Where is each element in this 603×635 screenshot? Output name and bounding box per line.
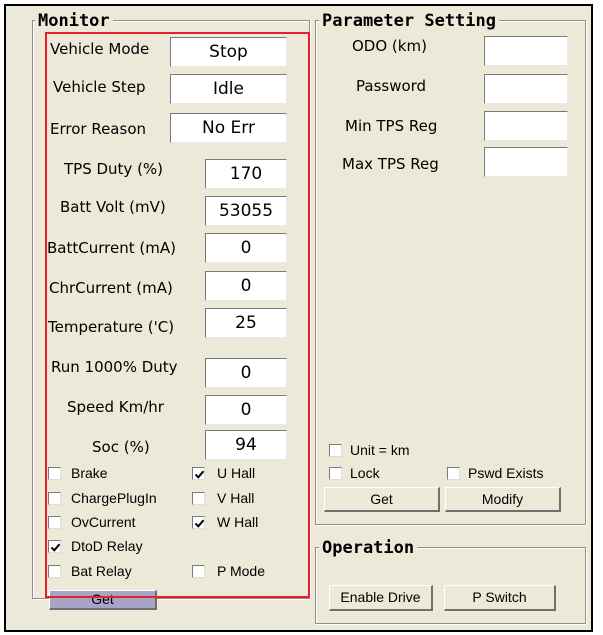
dtod-relay-checkbox (48, 540, 61, 553)
tps-duty-field: 170 (205, 159, 287, 189)
odo-label: ODO (km) (352, 37, 427, 55)
parameter-get-button[interactable]: Get (324, 487, 440, 512)
vehicle-mode-label: Vehicle Mode (50, 40, 150, 58)
app-window: Monitor Vehicle Mode Stop Vehicle Step I… (4, 4, 593, 632)
v-hall-label: V Hall (217, 490, 255, 506)
chr-current-field: 0 (205, 271, 287, 301)
speed-label: Speed Km/hr (67, 398, 164, 416)
chr-current-label: ChrCurrent (mA) (49, 279, 173, 297)
lock-checkbox[interactable] (329, 467, 342, 480)
error-reason-field: No Err (170, 113, 287, 143)
temperature-label: Temperature ('C) (48, 318, 175, 336)
odo-input[interactable] (484, 36, 568, 66)
charge-plug-in-checkbox (48, 492, 61, 505)
p-mode-checkbox (192, 565, 205, 578)
monitor-get-button[interactable]: Get (49, 590, 157, 610)
batt-current-field: 0 (205, 233, 287, 263)
tps-duty-label: TPS Duty (%) (64, 160, 164, 178)
dtod-relay-label: DtoD Relay (71, 538, 143, 554)
lock-label: Lock (350, 465, 380, 481)
batt-volt-field: 53055 (205, 196, 287, 226)
check-mark-icon (50, 543, 61, 552)
vehicle-step-label: Vehicle Step (53, 78, 146, 96)
password-label: Password (356, 77, 427, 95)
enable-drive-button[interactable]: Enable Drive (329, 585, 433, 611)
max-tps-reg-label: Max TPS Reg (342, 155, 439, 173)
operation-title: Operation (319, 539, 418, 557)
speed-field: 0 (205, 395, 287, 425)
ov-current-label: OvCurrent (71, 514, 136, 530)
error-reason-label: Error Reason (50, 120, 146, 138)
w-hall-checkbox (192, 516, 205, 529)
parameter-setting-title: Parameter Setting (319, 12, 499, 30)
run-duty-label: Run 1000% Duty (51, 358, 178, 376)
brake-checkbox (48, 467, 61, 480)
charge-plug-in-label: ChargePlugIn (71, 490, 157, 506)
run-duty-field: 0 (205, 358, 287, 388)
unit-km-label: Unit = km (350, 442, 410, 458)
check-mark-icon (194, 470, 205, 479)
u-hall-checkbox (192, 467, 205, 480)
temperature-field: 25 (205, 308, 287, 338)
bat-relay-label: Bat Relay (71, 563, 132, 579)
unit-km-checkbox[interactable] (329, 444, 342, 457)
password-input[interactable] (484, 74, 568, 104)
check-mark-icon (194, 519, 205, 528)
pswd-exists-checkbox[interactable] (447, 467, 460, 480)
brake-label: Brake (71, 465, 108, 481)
batt-volt-label: Batt Volt (mV) (60, 198, 166, 216)
ov-current-checkbox (48, 516, 61, 529)
batt-current-label: BattCurrent (mA) (47, 239, 176, 257)
p-mode-label: P Mode (217, 563, 265, 579)
monitor-title: Monitor (35, 12, 113, 30)
vehicle-step-field: Idle (170, 74, 287, 104)
vehicle-mode-field: Stop (170, 37, 287, 67)
min-tps-reg-input[interactable] (484, 111, 568, 141)
soc-field: 94 (205, 430, 287, 460)
u-hall-label: U Hall (217, 465, 256, 481)
p-switch-button[interactable]: P Switch (444, 585, 556, 611)
modify-button[interactable]: Modify (445, 487, 561, 512)
max-tps-reg-input[interactable] (484, 147, 568, 177)
min-tps-reg-label: Min TPS Reg (345, 117, 438, 135)
pswd-exists-label: Pswd Exists (468, 465, 544, 481)
soc-label: Soc (%) (92, 438, 150, 456)
w-hall-label: W Hall (217, 514, 259, 530)
v-hall-checkbox (192, 492, 205, 505)
bat-relay-checkbox (48, 565, 61, 578)
